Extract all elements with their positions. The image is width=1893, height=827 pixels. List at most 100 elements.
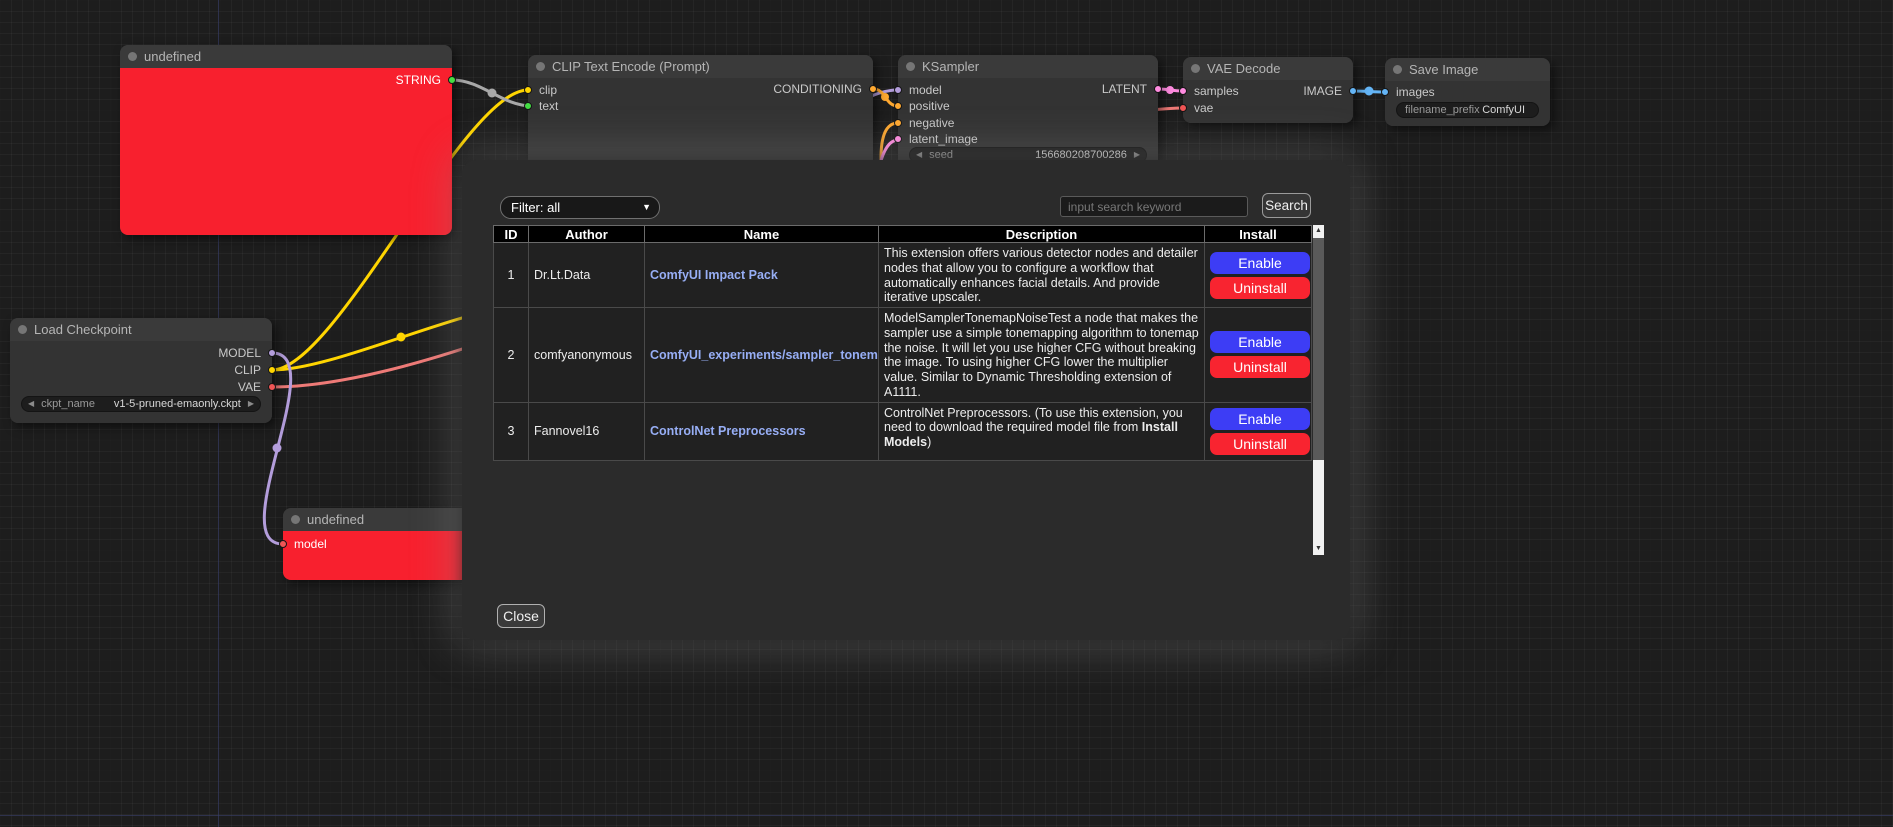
node-title: KSampler [922, 59, 979, 74]
port-label: text [539, 99, 558, 113]
wire-string-text [452, 80, 532, 106]
port-dot[interactable] [894, 135, 902, 143]
uninstall-button[interactable]: Uninstall [1210, 277, 1310, 299]
node-vae-decode[interactable]: VAE Decode samples vae IMAGE [1183, 57, 1353, 123]
node-title: Load Checkpoint [34, 322, 132, 337]
node-load-checkpoint[interactable]: Load Checkpoint MODEL CLIP VAE ◀ ckpt_na… [10, 318, 272, 423]
node-header[interactable]: KSampler [898, 55, 1158, 78]
collapse-dot[interactable] [906, 62, 915, 71]
port-label: latent_image [909, 132, 978, 146]
port-negative-input: negative [898, 115, 1158, 131]
port-label: positive [909, 99, 950, 113]
extension-link[interactable]: ComfyUI_experiments/sampler_tonemap [650, 348, 879, 362]
wire-midpoint-dot [1365, 87, 1374, 96]
port-dot[interactable] [1154, 85, 1162, 93]
filter-select[interactable]: Filter: all [500, 196, 660, 219]
cell-id: 2 [494, 308, 529, 403]
port-dot[interactable] [869, 85, 877, 93]
comfyui-canvas[interactable]: undefined STRING CLIP Text Encode (Promp… [0, 0, 1893, 827]
wire-midpoint-dot [273, 444, 282, 453]
port-label: VAE [238, 380, 261, 394]
table-header-row: ID Author Name Description Install [494, 226, 1312, 243]
widget-increment-icon[interactable]: ▶ [1134, 151, 1140, 159]
widget-decrement-icon[interactable]: ◀ [916, 151, 922, 159]
port-dot[interactable] [524, 102, 532, 110]
widget-value: ComfyUI [1482, 104, 1525, 116]
wire-midpoint-dot [1166, 86, 1174, 94]
column-header-author: Author [529, 226, 645, 243]
node-header[interactable]: Load Checkpoint [10, 318, 272, 341]
collapse-dot[interactable] [536, 62, 545, 71]
cell-install: Enable Uninstall [1205, 402, 1312, 460]
enable-button[interactable]: Enable [1210, 252, 1310, 274]
node-body [120, 68, 452, 235]
enable-button[interactable]: Enable [1210, 331, 1310, 353]
port-conditioning-output: CONDITIONING [528, 81, 873, 97]
collapse-dot[interactable] [291, 515, 300, 524]
port-dot[interactable] [894, 119, 902, 127]
wire-midpoint-dot [397, 333, 406, 342]
port-dot[interactable] [1381, 88, 1389, 96]
node-header[interactable]: undefined [120, 45, 452, 68]
table-row: 1 Dr.Lt.Data ComfyUI Impact Pack This ex… [494, 243, 1312, 308]
node-header[interactable]: CLIP Text Encode (Prompt) [528, 55, 873, 78]
port-dot[interactable] [268, 349, 276, 357]
node-undefined-bottom[interactable]: undefined model [283, 508, 483, 580]
node-title: VAE Decode [1207, 61, 1280, 76]
port-dot[interactable] [448, 76, 456, 84]
close-button[interactable]: Close [497, 604, 545, 628]
node-header[interactable]: undefined [283, 508, 483, 531]
collapse-dot[interactable] [18, 325, 27, 334]
filter-select-wrap: Filter: all ▼ [500, 196, 660, 219]
uninstall-button[interactable]: Uninstall [1210, 356, 1310, 378]
column-header-id: ID [494, 226, 529, 243]
cell-author: Fannovel16 [529, 402, 645, 460]
port-dot[interactable] [1349, 87, 1357, 95]
cell-id: 3 [494, 402, 529, 460]
extensions-table: ID Author Name Description Install 1 Dr.… [493, 225, 1312, 461]
port-dot[interactable] [279, 540, 287, 548]
custom-nodes-manager-dialog: Filter: all ▼ Search ID Author Name Desc… [462, 160, 1350, 640]
node-header[interactable]: VAE Decode [1183, 57, 1353, 80]
port-dot[interactable] [1179, 104, 1187, 112]
scroll-down-icon[interactable]: ▼ [1313, 543, 1324, 555]
scroll-up-icon[interactable]: ▲ [1313, 225, 1324, 237]
collapse-dot[interactable] [1393, 65, 1402, 74]
port-images-input: images [1385, 84, 1550, 100]
extension-link[interactable]: ComfyUI Impact Pack [650, 268, 778, 282]
port-label: CONDITIONING [773, 82, 862, 96]
port-dot[interactable] [268, 366, 276, 374]
table-scrollbar[interactable]: ▲ ▼ [1313, 225, 1324, 555]
wire-midpoint-dot [488, 89, 497, 98]
extension-link[interactable]: ControlNet Preprocessors [650, 424, 806, 438]
search-input[interactable] [1060, 196, 1248, 217]
port-dot[interactable] [894, 102, 902, 110]
ckpt-name-widget[interactable]: ◀ ckpt_name v1-5-pruned-emaonly.ckpt ▶ [21, 396, 261, 412]
widget-next-icon[interactable]: ▶ [248, 400, 254, 408]
filename-prefix-widget[interactable]: filename_prefix ComfyUI [1396, 102, 1539, 118]
enable-button[interactable]: Enable [1210, 408, 1310, 430]
widget-prev-icon[interactable]: ◀ [28, 400, 34, 408]
canvas-axis-horizontal [0, 815, 1893, 816]
port-dot[interactable] [268, 383, 276, 391]
collapse-dot[interactable] [128, 52, 137, 61]
port-label: STRING [396, 73, 441, 87]
uninstall-button[interactable]: Uninstall [1210, 433, 1310, 455]
node-undefined-top[interactable]: undefined STRING [120, 45, 452, 235]
cell-author: Dr.Lt.Data [529, 243, 645, 308]
scrollbar-thumb[interactable] [1313, 238, 1324, 460]
node-header[interactable]: Save Image [1385, 58, 1550, 81]
port-string-output: STRING [120, 72, 452, 88]
port-label: images [1396, 85, 1435, 99]
widget-label: filename_prefix [1405, 104, 1480, 116]
node-save-image[interactable]: Save Image images filename_prefix ComfyU… [1385, 58, 1550, 126]
cell-description: ModelSamplerTonemapNoiseTest a node that… [879, 308, 1205, 403]
port-clip-output: CLIP [10, 362, 272, 378]
search-button[interactable]: Search [1262, 193, 1311, 218]
port-label: negative [909, 116, 954, 130]
port-vae-output: VAE [10, 379, 272, 395]
port-label: CLIP [234, 363, 261, 377]
collapse-dot[interactable] [1191, 64, 1200, 73]
widget-label: ckpt_name [41, 398, 95, 410]
port-vae-input: vae [1183, 100, 1353, 116]
